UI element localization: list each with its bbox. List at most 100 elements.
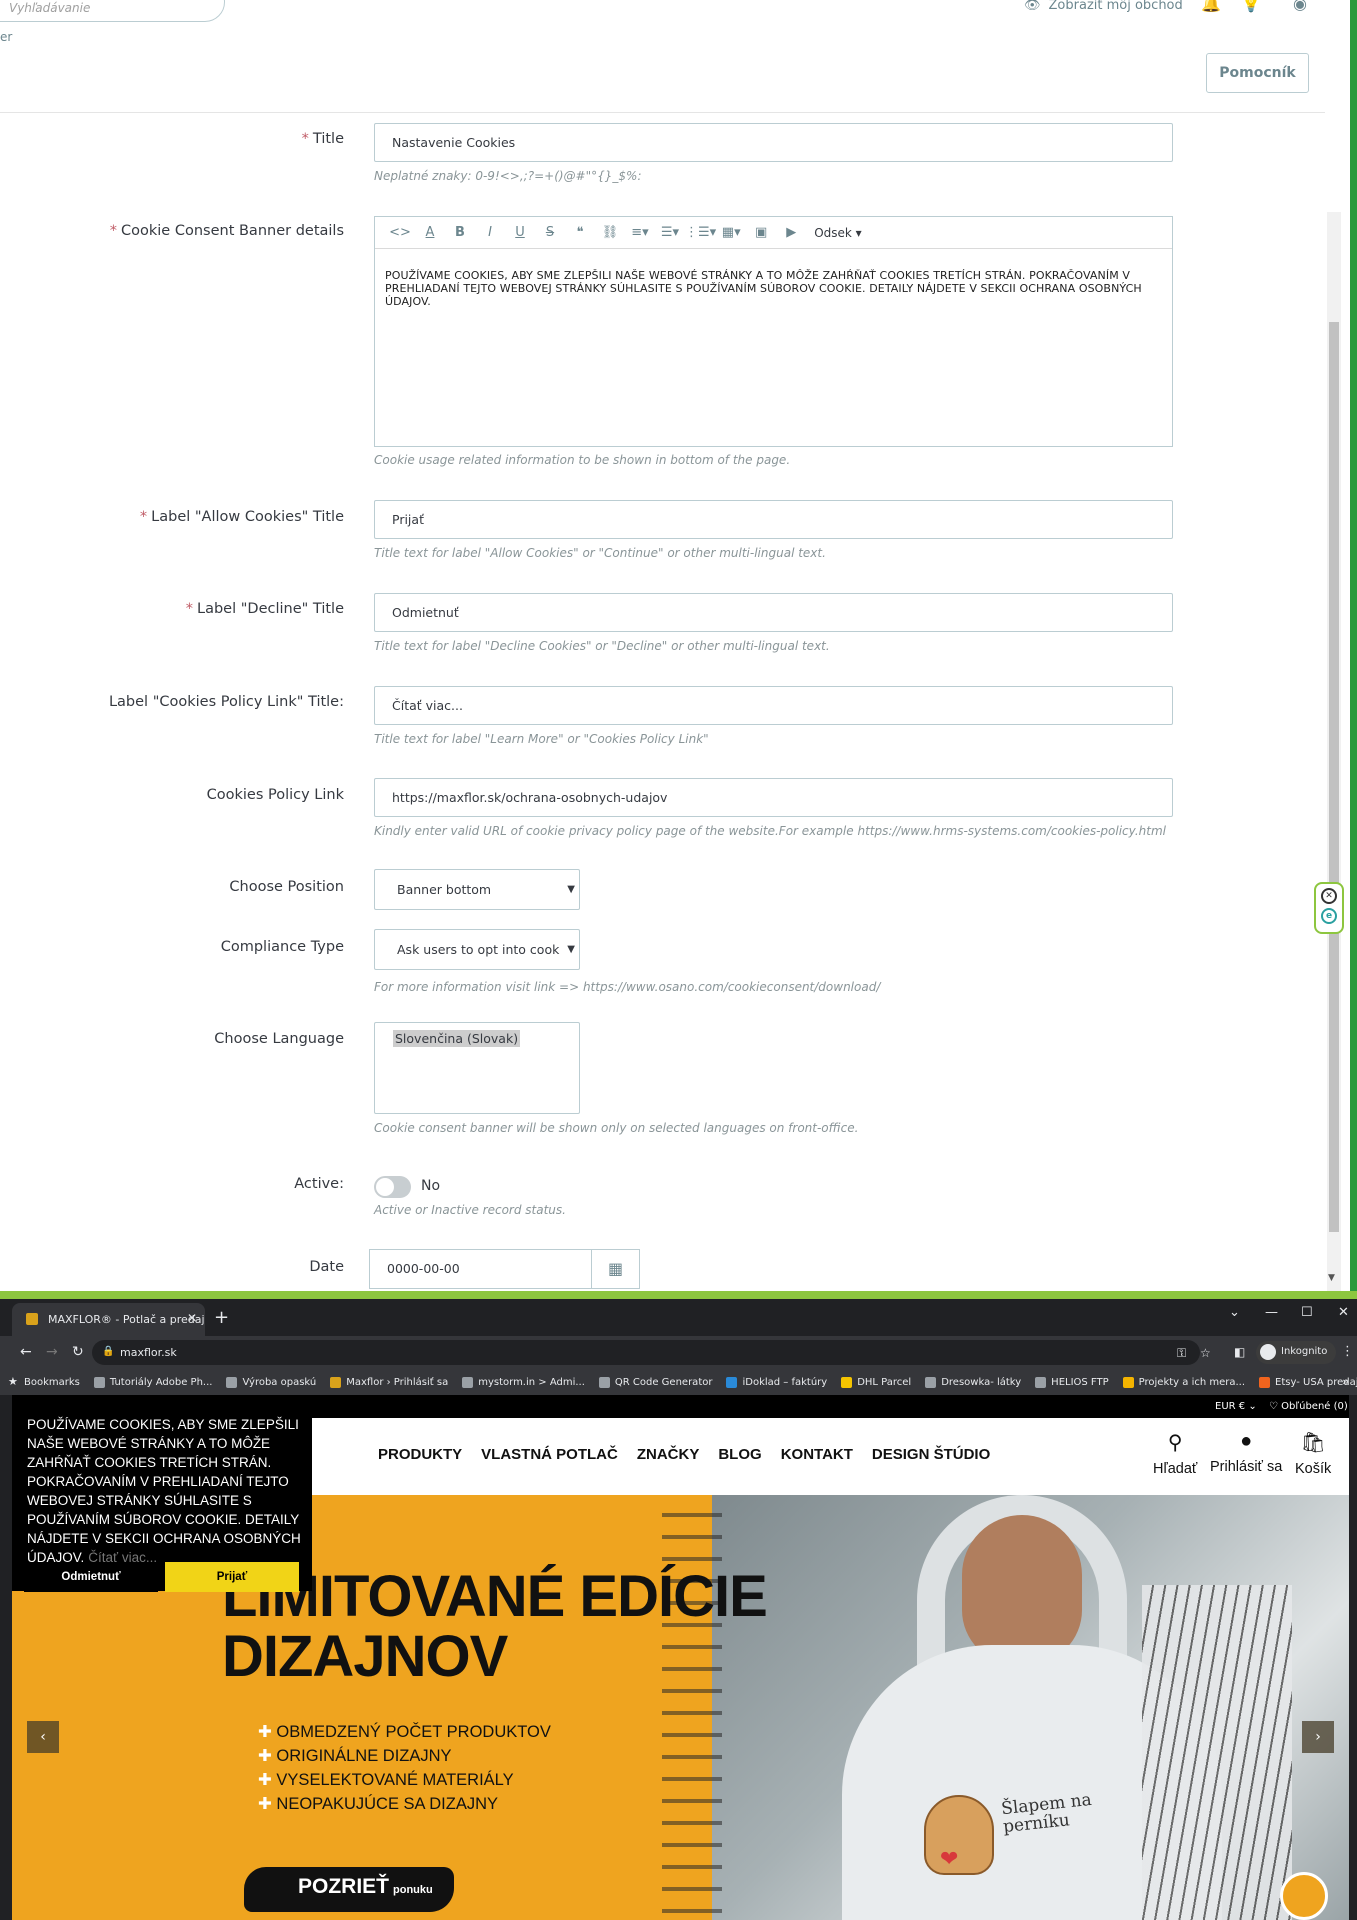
bookmark-item[interactable]: QR Code Generator: [598, 1376, 712, 1388]
prev-slide-icon[interactable]: ‹: [27, 1721, 59, 1753]
position-select[interactable]: Banner bottom ▼: [374, 869, 580, 910]
menu-item-blog[interactable]: BLOG: [718, 1446, 761, 1463]
cart-link[interactable]: 🛍 Košík: [1295, 1430, 1331, 1477]
striped-shirt: [1142, 1585, 1292, 1920]
side-widget[interactable]: ✕ e: [1314, 882, 1344, 934]
maximize-icon[interactable]: ☐: [1301, 1305, 1313, 1320]
screenshot-root: Vyhľadávanie er 👁 Zobraziť môj obchod 🔔 …: [0, 0, 1357, 1920]
website-viewport: EUR € ⌄ ♡ Obľúbené (0) PRODUKTY VLASTNÁ …: [12, 1395, 1349, 1920]
bell-icon[interactable]: 🔔: [1201, 0, 1221, 14]
search-link[interactable]: ⚲ Hľadať: [1153, 1430, 1197, 1477]
menu-item-vlastna-potlac[interactable]: VLASTNÁ POTLAČ: [481, 1446, 618, 1463]
bookmark-item[interactable]: HELIOS FTP: [1035, 1376, 1109, 1388]
active-toggle[interactable]: [374, 1176, 411, 1198]
show-shop-link[interactable]: 👁 Zobraziť môj obchod: [1024, 0, 1183, 13]
address-bar[interactable]: 🔒 maxflor.sk ⚿ ☆: [92, 1340, 1211, 1365]
back-icon[interactable]: ←: [20, 1344, 32, 1360]
cookie-consent-banner: POUŽÍVAME COOKIES, ABY SME ZLEPŠILI NAŠE…: [12, 1405, 312, 1592]
bookmark-item[interactable]: Projekty a ich mera...: [1122, 1376, 1245, 1388]
close-icon[interactable]: ✕: [187, 1311, 197, 1325]
policy-link-hint: Kindly enter valid URL of cookie privacy…: [374, 824, 1166, 838]
text-color-icon[interactable]: A: [415, 217, 445, 249]
chevron-down-icon[interactable]: ⌄: [1229, 1305, 1240, 1320]
align-icon[interactable]: ≡▾: [625, 217, 655, 249]
strikethrough-icon[interactable]: S: [535, 217, 565, 249]
language-option-selected[interactable]: Slovenčina (Slovak): [393, 1030, 521, 1047]
more-bookmarks-icon[interactable]: »: [1342, 1375, 1349, 1388]
policy-link-input[interactable]: https://maxflor.sk/ochrana-osobnych-udaj…: [374, 778, 1173, 817]
bookmark-item[interactable]: Maxflor › Prihlásiť sa: [330, 1376, 448, 1388]
numbered-list-icon[interactable]: ⋮☰▾: [685, 217, 716, 249]
new-tab-icon[interactable]: +: [214, 1307, 229, 1328]
close-window-icon[interactable]: ✕: [1338, 1305, 1349, 1320]
paragraph-format-select[interactable]: Odsek ▾: [806, 217, 862, 249]
editor-content[interactable]: POUŽÍVAME COOKIES, ABY SME ZLEPŠILI NAŠE…: [375, 249, 1172, 308]
menu-item-produkty[interactable]: PRODUKTY: [378, 1446, 462, 1463]
image-icon[interactable]: ▣: [746, 217, 776, 249]
bookmark-item[interactable]: iDoklad – faktúry: [726, 1376, 827, 1388]
allow-input[interactable]: Prijať: [374, 500, 1173, 539]
media-icon[interactable]: ▶: [776, 217, 806, 249]
scrollbar-thumb[interactable]: [1329, 322, 1339, 1232]
extension-icon[interactable]: e: [1321, 908, 1337, 924]
next-slide-icon[interactable]: ›: [1302, 1721, 1334, 1753]
title-input[interactable]: Nastavenie Cookies: [374, 123, 1173, 162]
minimize-icon[interactable]: —: [1265, 1305, 1278, 1320]
decline-input[interactable]: Odmietnuť: [374, 593, 1173, 632]
underline-icon[interactable]: U: [505, 217, 535, 249]
accept-button[interactable]: Prijať: [165, 1562, 299, 1592]
help-button[interactable]: Pomocník: [1206, 53, 1309, 93]
bullet-list-icon[interactable]: ☰▾: [655, 217, 685, 249]
forward-icon[interactable]: →: [46, 1344, 58, 1360]
link-icon[interactable]: ⛓: [595, 217, 625, 249]
side-panel-icon[interactable]: ◧: [1234, 1345, 1245, 1359]
bookmark-item[interactable]: mystorm.in > Admi...: [462, 1376, 585, 1388]
policy-link-label: Cookies Policy Link: [206, 787, 344, 803]
blockquote-icon[interactable]: ❝: [565, 217, 595, 249]
user-icon[interactable]: ◉: [1290, 0, 1310, 14]
bullet-item: VYSELEKTOVANÉ MATERIÁLY: [258, 1768, 551, 1792]
login-link[interactable]: ● Prihlásiť sa: [1210, 1430, 1282, 1475]
lightbulb-icon[interactable]: 💡: [1241, 0, 1261, 14]
calendar-icon[interactable]: ▦: [592, 1249, 640, 1289]
reload-icon[interactable]: ↻: [72, 1344, 84, 1360]
star-icon[interactable]: ☆: [1200, 1346, 1211, 1360]
language-multiselect[interactable]: Slovenčina (Slovak): [374, 1022, 580, 1114]
chat-icon[interactable]: [1280, 1872, 1328, 1920]
eye-icon: 👁: [1024, 0, 1041, 13]
decline-button[interactable]: Odmietnuť: [24, 1562, 158, 1592]
globe-icon: [93, 1376, 105, 1388]
wishlist-link[interactable]: ♡ Obľúbené (0): [1269, 1401, 1348, 1412]
bookmark-item[interactable]: DHL Parcel: [841, 1376, 911, 1388]
decline-hint: Title text for label "Decline Cookies" o…: [374, 639, 830, 653]
rich-text-editor[interactable]: <> A B I U S ❝ ⛓ ≡▾ ☰▾ ⋮☰▾ ▦▾ ▣ ▶ Odsek …: [374, 216, 1173, 447]
incognito-badge[interactable]: Inkognito: [1256, 1341, 1336, 1364]
italic-icon[interactable]: I: [475, 217, 505, 249]
key-icon[interactable]: ⚿: [1177, 1346, 1186, 1361]
active-value: No: [421, 1178, 441, 1194]
currency-selector[interactable]: EUR € ⌄: [1215, 1401, 1257, 1412]
chevron-down-icon: ▼: [567, 944, 575, 955]
admin-search-input[interactable]: Vyhľadávanie: [0, 0, 225, 22]
source-code-icon[interactable]: <>: [385, 217, 415, 249]
compliance-select[interactable]: Ask users to opt into cook ▼: [374, 929, 580, 970]
policy-title-input[interactable]: Čítať viac...: [374, 686, 1173, 725]
bookmark-item[interactable]: Bookmarks: [24, 1377, 80, 1388]
date-input[interactable]: 0000-00-00: [369, 1249, 592, 1289]
bold-icon[interactable]: B: [445, 217, 475, 249]
bookmark-item[interactable]: Tutoriály Adobe Ph...: [93, 1376, 212, 1388]
bookmark-item[interactable]: Dresowka- látky: [925, 1376, 1021, 1388]
allow-label: * Label "Allow Cookies" Title: [139, 509, 344, 525]
lock-icon[interactable]: 🔒: [102, 1346, 114, 1357]
cta-label[interactable]: POZRIEŤ ponuku: [298, 1875, 433, 1899]
bookmark-item[interactable]: Výroba opaskú: [226, 1376, 316, 1388]
more-menu-icon[interactable]: ⋮: [1341, 1344, 1354, 1359]
scroll-down-icon[interactable]: ▼: [1328, 1273, 1335, 1283]
title-label: * Title: [301, 131, 344, 147]
browser-tab[interactable]: MAXFLOR® - Potlač a predaj tlač ✕: [12, 1303, 205, 1336]
table-icon[interactable]: ▦▾: [716, 217, 746, 249]
menu-item-design-studio[interactable]: DESIGN ŠTÚDIO: [872, 1446, 990, 1463]
menu-item-znacky[interactable]: ZNAČKY: [637, 1446, 700, 1463]
close-icon[interactable]: ✕: [1321, 888, 1337, 904]
menu-item-kontakt[interactable]: KONTAKT: [781, 1446, 853, 1463]
